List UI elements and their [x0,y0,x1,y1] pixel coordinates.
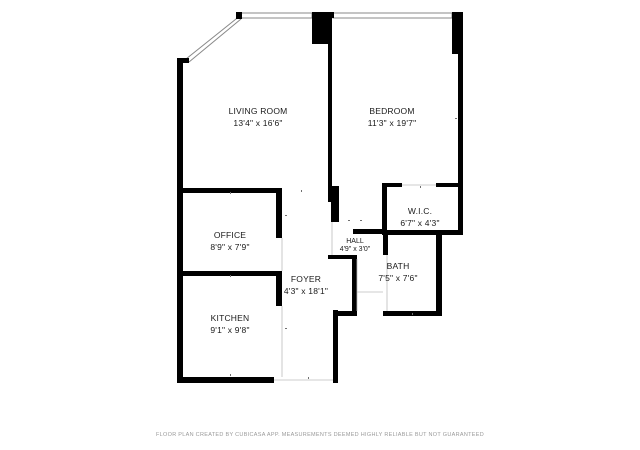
room-size-kitchen: 9'1" x 9'8" [210,325,249,335]
room-name-hall: HALL [346,238,364,245]
room-name-bedroom: BEDROOM [369,106,414,116]
room-size-living-room: 13'4" x 16'6" [233,118,282,128]
room-name-living-room: LIVING ROOM [229,106,288,116]
room-size-wic: 6'7" x 4'3" [400,218,439,228]
room-name-kitchen: KITCHEN [211,313,250,323]
living-room-window [239,12,313,19]
room-size-office: 8'9" x 7'9" [210,242,249,252]
bedroom-window [332,12,453,19]
room-size-bedroom: 11'3" x 19'7" [368,118,417,128]
floor-plan: LIVING ROOM 13'4" x 16'6" BEDROOM 11'3" … [156,12,484,438]
bay-window-outer [185,14,242,60]
room-size-hall: 4'9" x 3'0" [340,246,371,253]
footer-disclaimer: FLOOR PLAN CREATED BY CUBICASA APP. MEAS… [156,432,484,438]
structural-column [312,12,328,44]
room-name-foyer: FOYER [291,274,321,284]
room-name-office: OFFICE [214,230,246,240]
bay-window-inner [188,18,242,63]
room-size-foyer: 4'3" x 18'1" [284,286,328,296]
room-labels: LIVING ROOM 13'4" x 16'6" BEDROOM 11'3" … [210,106,439,335]
room-name-bath: BATH [387,261,410,271]
room-name-wic: W.I.C. [408,206,432,216]
room-size-bath: 7'5" x 7'6" [378,273,417,283]
